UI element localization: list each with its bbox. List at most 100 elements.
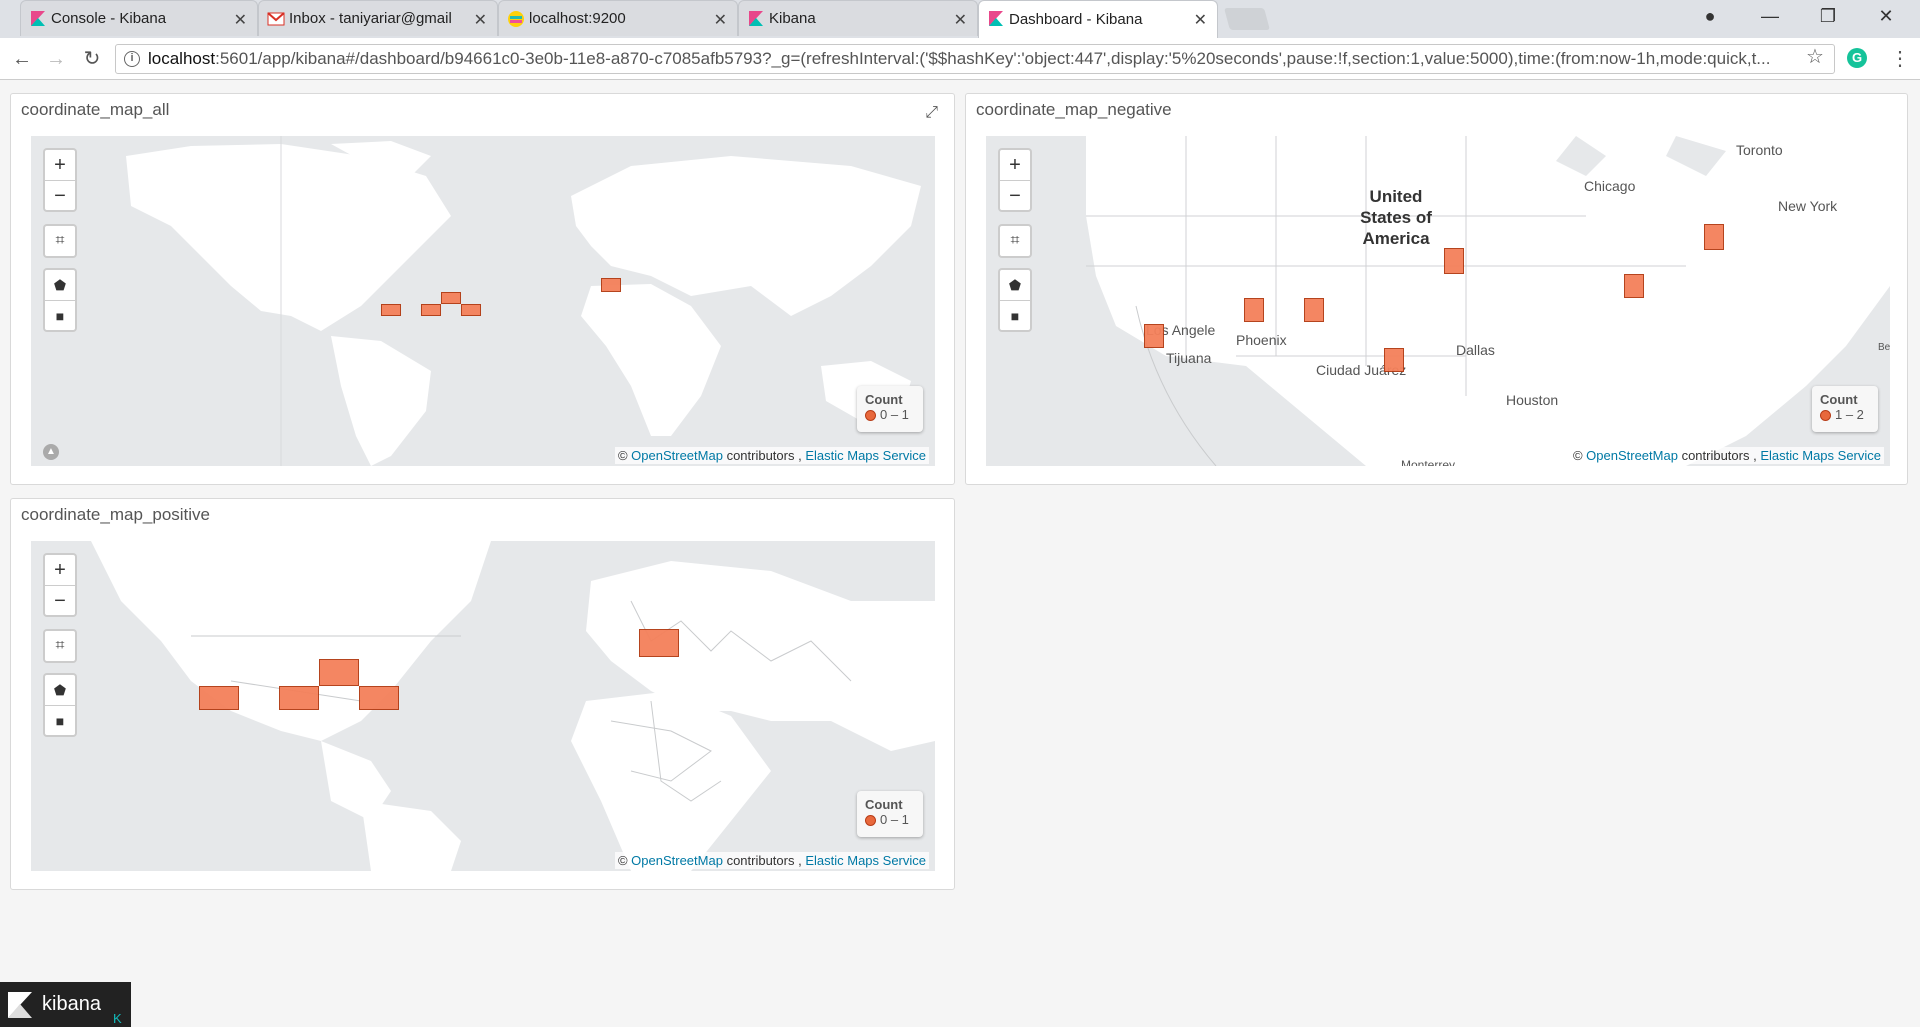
- draw-controls: ⬟ ■: [43, 673, 77, 737]
- map-canvas[interactable]: + − ⌗ ⬟ ■ Count 0 – 1 © OpenStreetMap co…: [31, 541, 935, 871]
- zoom-out-button[interactable]: −: [45, 180, 75, 210]
- kibana-nav-badge[interactable]: kibana K: [0, 982, 131, 1027]
- geohash-cell[interactable]: [279, 686, 319, 710]
- geohash-cell[interactable]: [1244, 298, 1264, 322]
- openstreetmap-link[interactable]: OpenStreetMap: [631, 853, 723, 868]
- openstreetmap-link[interactable]: OpenStreetMap: [631, 448, 723, 463]
- new-tab-button[interactable]: [1224, 8, 1270, 30]
- url-path: :5601/app/kibana#/dashboard/b94661c0-3e0…: [215, 49, 1771, 68]
- browser-menu-icon[interactable]: ⋮: [1890, 46, 1910, 71]
- draw-rectangle-icon[interactable]: ■: [45, 705, 75, 735]
- tab-label: Inbox - taniyariar@gmail: [289, 10, 452, 27]
- zoom-in-button[interactable]: +: [45, 150, 75, 180]
- map-canvas[interactable]: + − ⌗ ⬟ ■ ▲ Count 0 – 1 © OpenStreetMap …: [31, 136, 935, 466]
- crop-icon[interactable]: ⌗: [1000, 226, 1030, 256]
- city-label: Tijuana: [1166, 350, 1212, 366]
- legend-swatch: [1820, 410, 1831, 422]
- map-attribution: © OpenStreetMap contributors , Elastic M…: [1569, 447, 1884, 464]
- info-icon[interactable]: i: [124, 51, 140, 67]
- zoom-controls: + −: [43, 553, 77, 617]
- zoom-out-button[interactable]: −: [1000, 180, 1030, 210]
- geohash-cell[interactable]: [1384, 348, 1404, 372]
- geohash-cell[interactable]: [199, 686, 239, 710]
- tab-dashboard-kibana[interactable]: Dashboard - Kibana ✕: [978, 0, 1218, 38]
- elastic-maps-service-link[interactable]: Elastic Maps Service: [805, 448, 926, 463]
- back-button[interactable]: ←: [10, 47, 34, 71]
- tab-label: localhost:9200: [529, 10, 626, 27]
- zoom-in-button[interactable]: +: [1000, 150, 1030, 180]
- city-label: Dallas: [1456, 342, 1495, 358]
- close-icon[interactable]: ✕: [954, 10, 967, 30]
- panel-title: coordinate_map_all: [21, 100, 170, 119]
- elastic-maps-service-link[interactable]: Elastic Maps Service: [1760, 448, 1881, 463]
- close-icon[interactable]: ✕: [234, 10, 247, 30]
- geohash-cell[interactable]: [1444, 248, 1464, 274]
- geohash-cell[interactable]: [1144, 324, 1164, 348]
- world-basemap: [126, 136, 921, 466]
- geohash-cell[interactable]: [441, 292, 461, 304]
- country-label: United States of America: [1360, 187, 1432, 248]
- grammarly-extension-icon[interactable]: G: [1847, 48, 1867, 68]
- collapse-sidebar-button[interactable]: K: [113, 996, 122, 1027]
- draw-polygon-icon[interactable]: ⬟: [45, 675, 75, 705]
- geohash-cell[interactable]: [319, 659, 359, 686]
- geohash-cell[interactable]: [461, 304, 481, 316]
- attribution-text: contributors ,: [1681, 448, 1757, 463]
- profile-icon[interactable]: ●: [1690, 6, 1730, 27]
- zoom-in-button[interactable]: +: [45, 555, 75, 585]
- legend-swatch: [865, 410, 876, 422]
- geohash-cell[interactable]: [1704, 224, 1724, 250]
- collapse-icon[interactable]: ▲: [43, 444, 59, 460]
- tab-kibana[interactable]: Kibana ✕: [738, 0, 978, 36]
- city-label: Chicago: [1584, 178, 1636, 194]
- map-canvas[interactable]: United States of America Toronto Chicago…: [986, 136, 1890, 466]
- zoom-out-button[interactable]: −: [45, 585, 75, 615]
- url-input[interactable]: i localhost:5601/app/kibana#/dashboard/b…: [115, 44, 1835, 74]
- close-icon[interactable]: ✕: [474, 10, 487, 30]
- geohash-cell[interactable]: [601, 278, 621, 292]
- restore-button[interactable]: ❐: [1808, 6, 1848, 27]
- url-host: localhost: [148, 49, 216, 68]
- brand-label: kibana: [42, 993, 101, 1015]
- map-attribution: © OpenStreetMap contributors , Elastic M…: [614, 447, 929, 464]
- legend: Count 0 – 1: [857, 791, 923, 837]
- geohash-cell[interactable]: [639, 629, 679, 657]
- legend-title: Count: [865, 392, 903, 407]
- panel-coordinate-map-negative: coordinate_map_negative United States of…: [965, 93, 1908, 485]
- bookmark-star-icon[interactable]: ☆: [1806, 44, 1824, 69]
- forward-button[interactable]: →: [44, 47, 68, 71]
- tab-console-kibana[interactable]: Console - Kibana ✕: [20, 0, 258, 36]
- draw-controls: ⬟ ■: [998, 268, 1032, 332]
- fit-bounds-control: ⌗: [998, 224, 1032, 258]
- geohash-cell[interactable]: [359, 686, 399, 710]
- tab-label: Console - Kibana: [51, 10, 167, 27]
- tab-inbox-gmail[interactable]: Inbox - taniyariar@gmail ✕: [258, 0, 498, 36]
- address-bar-row: ← → ↻ i localhost:5601/app/kibana#/dashb…: [0, 38, 1920, 80]
- geohash-cell[interactable]: [381, 304, 401, 316]
- openstreetmap-link[interactable]: OpenStreetMap: [1586, 448, 1678, 463]
- draw-polygon-icon[interactable]: ⬟: [45, 270, 75, 300]
- geohash-cell[interactable]: [1624, 274, 1644, 298]
- city-label: New York: [1778, 198, 1838, 214]
- fullscreen-expand-icon[interactable]: ⤢: [925, 104, 938, 122]
- geohash-cell[interactable]: [421, 304, 441, 316]
- elastic-maps-service-link[interactable]: Elastic Maps Service: [805, 853, 926, 868]
- crop-icon[interactable]: ⌗: [45, 226, 75, 256]
- panel-coordinate-map-all: coordinate_map_all ⤢ + − ⌗ ⬟ ■ ▲ Count 0…: [10, 93, 955, 485]
- legend-swatch: [865, 815, 876, 827]
- draw-rectangle-icon[interactable]: ■: [45, 300, 75, 330]
- elastic-icon: [508, 11, 524, 27]
- draw-rectangle-icon[interactable]: ■: [1000, 300, 1030, 330]
- minimize-button[interactable]: —: [1750, 6, 1790, 27]
- tab-localhost-9200[interactable]: localhost:9200 ✕: [498, 0, 738, 36]
- close-window-button[interactable]: ✕: [1866, 6, 1906, 27]
- close-icon[interactable]: ✕: [714, 10, 727, 30]
- legend: Count 0 – 1: [857, 386, 923, 432]
- crop-icon[interactable]: ⌗: [45, 631, 75, 661]
- reload-button[interactable]: ↻: [80, 47, 104, 71]
- draw-polygon-icon[interactable]: ⬟: [1000, 270, 1030, 300]
- geohash-cell[interactable]: [1304, 298, 1324, 322]
- close-icon[interactable]: ✕: [1194, 10, 1207, 30]
- tab-label: Dashboard - Kibana: [1009, 11, 1143, 28]
- kibana-icon: [31, 11, 45, 26]
